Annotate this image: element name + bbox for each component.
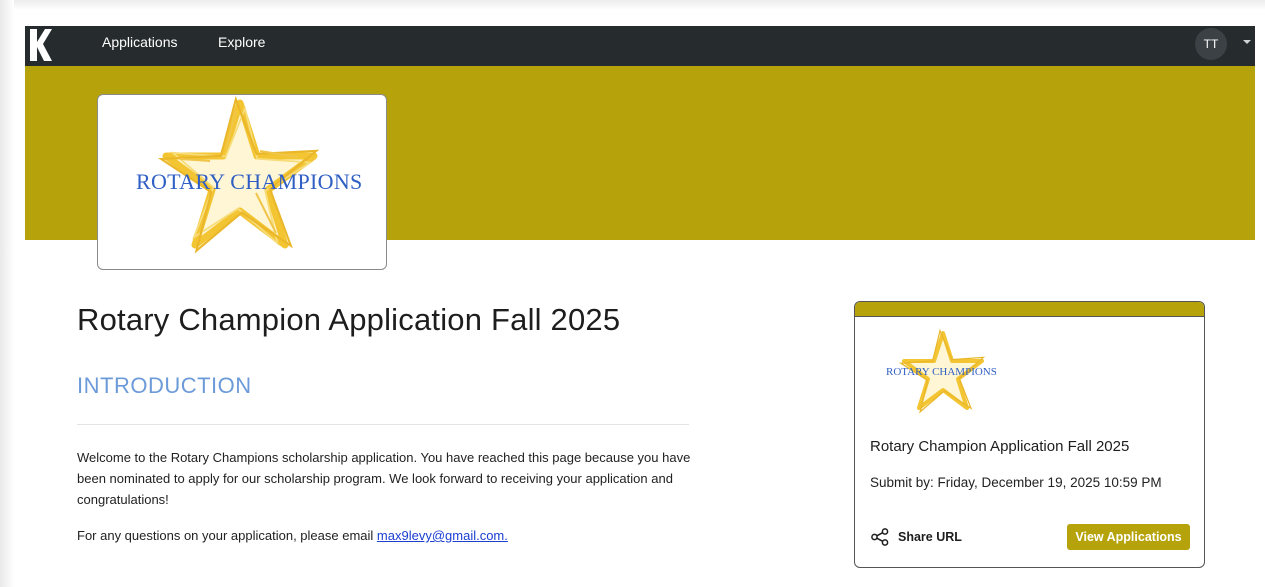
card-title: Rotary Champion Application Fall 2025 bbox=[870, 438, 1130, 455]
card-logo: ROTARY CHAMPIONS bbox=[877, 328, 1017, 422]
section-divider bbox=[77, 424, 689, 425]
top-navbar: Applications Explore TT bbox=[25, 26, 1255, 66]
page-frame: Applications Explore TT ROTARY CHAMPIONS… bbox=[0, 0, 1265, 587]
user-avatar[interactable]: TT bbox=[1195, 28, 1227, 60]
intro-paragraph: Welcome to the Rotary Champions scholars… bbox=[77, 450, 691, 507]
card-logo-text: ROTARY CHAMPIONS bbox=[886, 366, 997, 378]
organization-logo-card: ROTARY CHAMPIONS bbox=[97, 94, 387, 270]
organization-logo-text: ROTARY CHAMPIONS bbox=[136, 169, 363, 194]
share-url-label: Share URL bbox=[898, 530, 962, 544]
view-applications-button[interactable]: View Applications bbox=[1067, 524, 1190, 550]
application-summary-card: ROTARY CHAMPIONS Rotary Champion Applica… bbox=[854, 301, 1205, 568]
section-heading-introduction: INTRODUCTION bbox=[77, 373, 252, 398]
submit-by-deadline: Submit by: Friday, December 19, 2025 10:… bbox=[870, 475, 1162, 490]
nav-link-explore[interactable]: Explore bbox=[218, 30, 265, 54]
contact-prefix: For any questions on your application, p… bbox=[77, 528, 374, 543]
contact-email-link[interactable]: max9levy@gmail.com. bbox=[377, 528, 508, 543]
k-logo-icon[interactable] bbox=[29, 27, 53, 63]
contact-line: For any questions on your application, p… bbox=[77, 525, 508, 546]
frame-top-shadow bbox=[0, 0, 1265, 10]
frame-left-shadow bbox=[0, 0, 14, 587]
chevron-down-icon[interactable] bbox=[1241, 36, 1253, 48]
share-url-button[interactable]: Share URL bbox=[870, 526, 962, 548]
nav-link-applications[interactable]: Applications bbox=[102, 30, 178, 54]
share-icon bbox=[871, 528, 889, 546]
card-accent-strip bbox=[855, 302, 1204, 317]
page-title: Rotary Champion Application Fall 2025 bbox=[77, 302, 621, 337]
